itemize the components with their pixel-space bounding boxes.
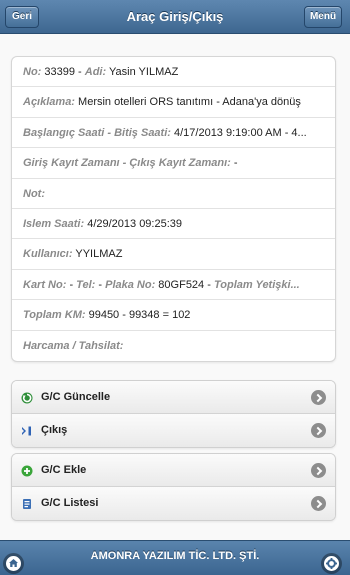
field-label: Başlangıç Saati - Bitiş Saati: bbox=[23, 126, 171, 139]
field-label: Kullanıcı: bbox=[23, 248, 73, 261]
detail-row: Kart No: - Tel: - Plaka No: 80GF524 - To… bbox=[12, 270, 335, 301]
action-group-primary: G/C Güncelle Çıkış bbox=[11, 380, 336, 448]
header-bar: Geri Araç Giriş/Çıkış Menü bbox=[0, 0, 350, 34]
field-value: YYILMAZ bbox=[72, 248, 123, 261]
gear-icon bbox=[326, 558, 337, 569]
field-label: Not: bbox=[23, 187, 45, 200]
add-entry-button[interactable]: G/C Ekle bbox=[12, 454, 335, 487]
field-value: 4/29/2013 09:25:39 bbox=[84, 217, 183, 230]
update-entry-button[interactable]: G/C Güncelle bbox=[12, 381, 335, 414]
add-icon bbox=[21, 465, 33, 477]
field-label: Adi: bbox=[84, 66, 107, 78]
detail-row: Not: bbox=[12, 179, 335, 209]
chevron-right-icon bbox=[311, 423, 326, 438]
detail-row: Açıklama: Mersin otelleri ORS tanıtımı -… bbox=[12, 87, 335, 118]
add-entry-label: G/C Ekle bbox=[41, 464, 87, 476]
company-name: AMONRA YAZILIM TİC. LTD. ŞTİ. bbox=[90, 550, 260, 562]
entry-list-label: G/C Listesi bbox=[41, 497, 99, 509]
menu-button[interactable]: Menü bbox=[304, 6, 342, 28]
field-label: Toplam KM: bbox=[23, 309, 86, 322]
detail-row: Islem Saati: 4/29/2013 09:25:39 bbox=[12, 209, 335, 240]
page-title: Araç Giriş/Çıkış bbox=[126, 9, 224, 24]
chevron-right-icon bbox=[311, 496, 326, 511]
detail-row: Kullanıcı: YYILMAZ bbox=[12, 239, 335, 270]
exit-label: Çıkış bbox=[41, 424, 68, 436]
field-label: Giriş Kayıt Zamanı - Çıkış Kayıt Zamanı: bbox=[23, 157, 231, 170]
detail-row: Harcama / Tahsilat: bbox=[12, 331, 335, 361]
chevron-right-icon bbox=[311, 390, 326, 405]
field-label: Plaka No: bbox=[105, 278, 156, 291]
list-icon bbox=[23, 499, 31, 509]
field-label: Kart No: bbox=[23, 278, 67, 291]
update-entry-label: G/C Güncelle bbox=[41, 391, 111, 403]
home-button[interactable] bbox=[3, 553, 24, 574]
field-label: Açıklama: bbox=[23, 96, 75, 109]
field-label: Islem Saati: bbox=[23, 217, 85, 230]
chevron-right-icon bbox=[311, 463, 326, 478]
field-value: - bbox=[230, 157, 238, 170]
exit-button[interactable]: Çıkış bbox=[12, 414, 335, 447]
action-group-secondary: G/C Ekle G/C Listesi bbox=[11, 453, 336, 521]
detail-row: Başlangıç Saati - Bitiş Saati: 4/17/2013… bbox=[12, 118, 335, 149]
home-icon bbox=[9, 559, 18, 567]
refresh-icon bbox=[21, 392, 33, 404]
field-value: 80GF524 - bbox=[155, 278, 214, 291]
field-label: Toplam Yetişki... bbox=[213, 278, 300, 291]
field-value: 99450 - 99348 = 102 bbox=[85, 309, 191, 322]
field-label: Tel: bbox=[76, 278, 96, 291]
detail-row: Giriş Kayıt Zamanı - Çıkış Kayıt Zamanı:… bbox=[12, 148, 335, 179]
field-value: Mersin otelleri ORS tanıtımı - Adana'ya … bbox=[74, 96, 301, 109]
field-value: 33399 - bbox=[41, 66, 85, 78]
detail-row: Toplam KM: 99450 - 99348 = 102 bbox=[12, 300, 335, 331]
field-value: - bbox=[66, 278, 77, 291]
field-value: - bbox=[95, 278, 106, 291]
detail-row: No: 33399 - Adi: Yasin YILMAZ bbox=[12, 57, 335, 88]
detail-list: No: 33399 - Adi: Yasin YILMAZ Açıklama: M… bbox=[11, 56, 336, 362]
field-value: 4/17/2013 9:19:00 AM - 4... bbox=[170, 126, 307, 139]
entry-list-button[interactable]: G/C Listesi bbox=[12, 487, 335, 520]
exit-arrow-icon bbox=[22, 426, 31, 436]
field-label: Harcama / Tahsilat: bbox=[23, 339, 124, 352]
footer-bar: AMONRA YAZILIM TİC. LTD. ŞTİ. bbox=[0, 540, 350, 575]
settings-button[interactable] bbox=[321, 553, 342, 574]
field-value: Yasin YILMAZ bbox=[106, 66, 179, 78]
field-label: No: bbox=[23, 66, 42, 78]
